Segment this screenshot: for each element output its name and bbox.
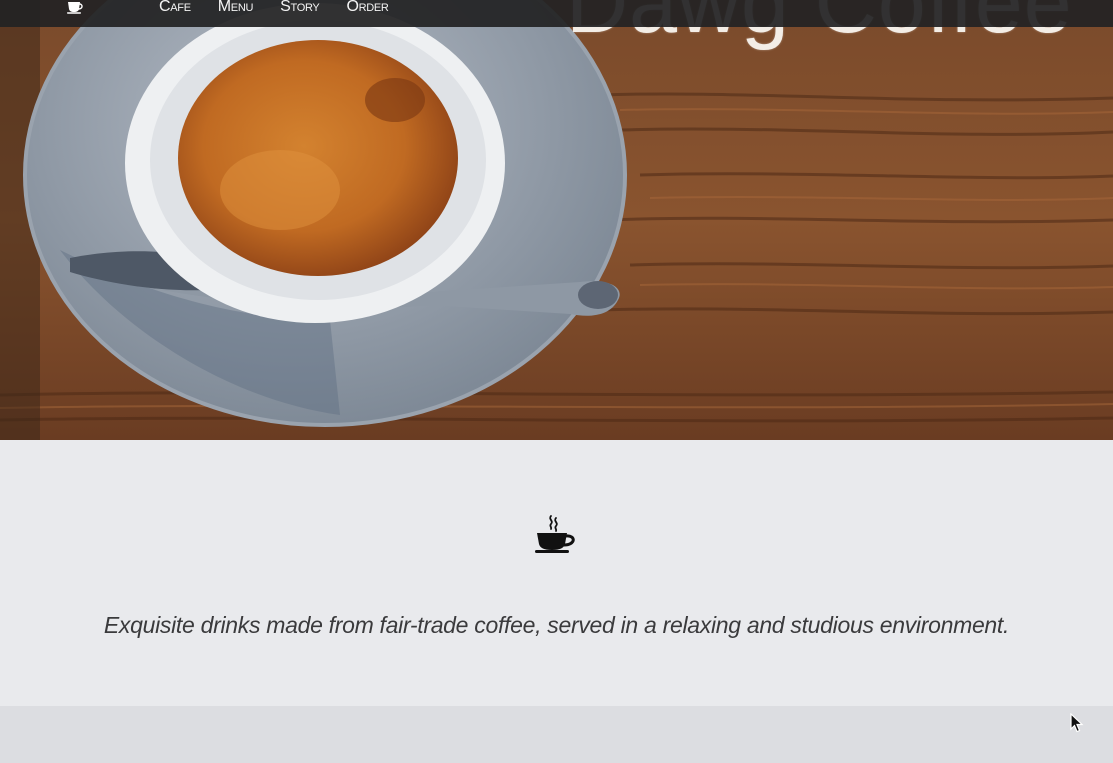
coffee-cup-icon[interactable] [66, 0, 86, 14]
top-navbar: Cafe Menu Story Order [0, 0, 1113, 27]
nav-link-menu[interactable]: Menu [218, 0, 254, 15]
hero-image [0, 0, 1113, 440]
nav-link-cafe[interactable]: Cafe [159, 0, 191, 15]
tagline: Exquisite drinks made from fair-trade co… [103, 612, 1010, 638]
intro-section: Exquisite drinks made from fair-trade co… [0, 440, 1113, 706]
nav-link-order[interactable]: Order [346, 0, 388, 15]
nav-link-story[interactable]: Story [280, 0, 320, 15]
mouse-cursor-icon [1070, 713, 1084, 733]
coffee-cup-icon [535, 515, 575, 553]
nav-links: Cafe Menu Story Order [159, 0, 389, 15]
hero-banner: Dawg Coffee [0, 0, 1113, 440]
lower-section [0, 706, 1113, 763]
